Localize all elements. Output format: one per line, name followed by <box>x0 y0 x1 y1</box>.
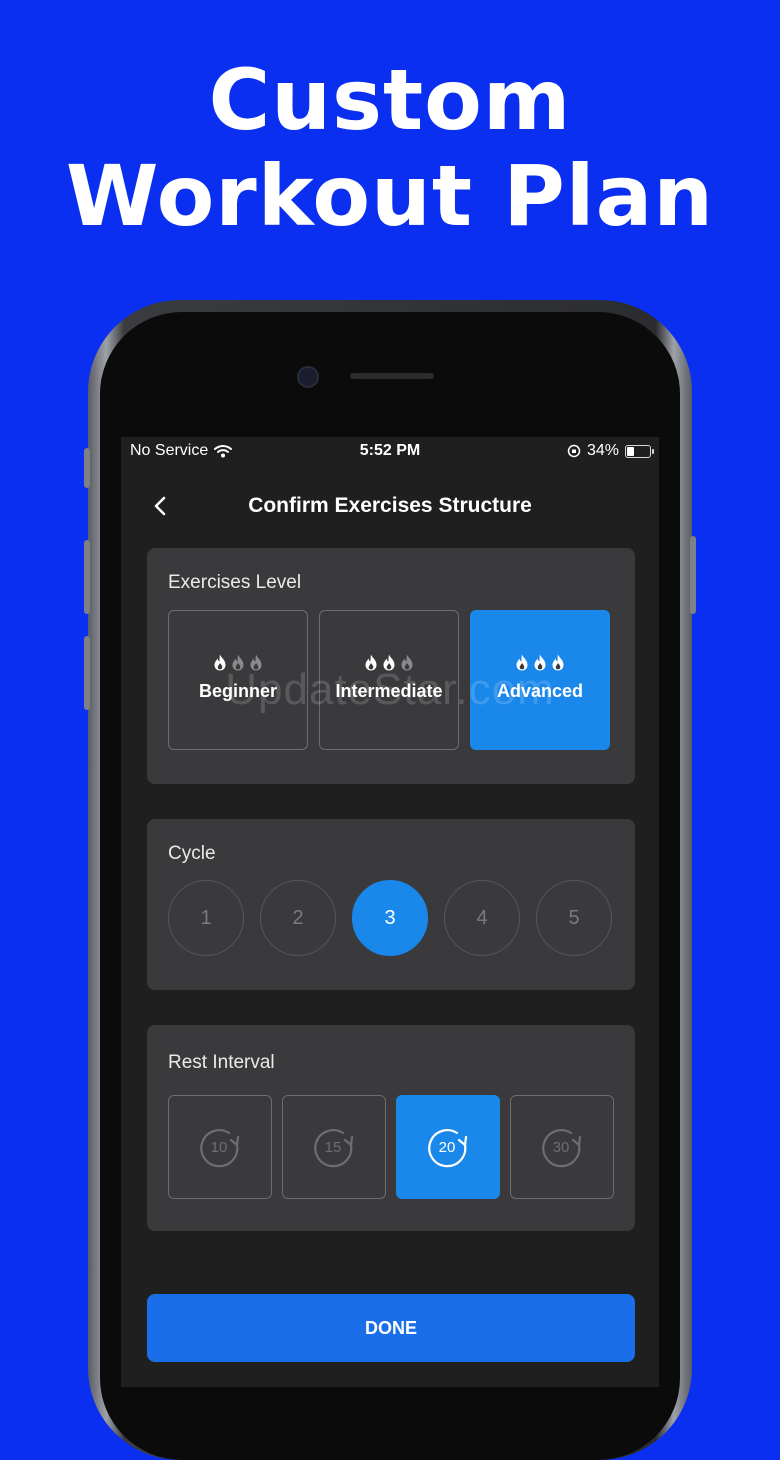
flame-icon <box>365 654 377 671</box>
cycle-option-3[interactable]: 3 <box>352 880 428 956</box>
rest-interval-option-30[interactable]: 30 <box>510 1095 614 1199</box>
rest-interval-value: 15 <box>325 1139 342 1156</box>
flame-icon <box>552 654 564 671</box>
level-option-label: Advanced <box>496 681 584 701</box>
level-option-label: Intermediate <box>335 681 443 701</box>
rest-interval-option-15[interactable]: 15 <box>282 1095 386 1199</box>
level-option-label: Beginner <box>198 681 277 701</box>
flame-rating <box>515 654 565 671</box>
status-bar: No Service 5:52 PM 34% <box>121 437 659 467</box>
rest-interval-option-20[interactable]: 20 <box>396 1095 500 1199</box>
flame-rating <box>213 654 263 671</box>
flame-icon <box>534 654 546 671</box>
timer-restart-icon: 15 <box>314 1129 354 1168</box>
rest-interval-card: Rest Interval 10 15 20 30 <box>147 1025 635 1231</box>
front-camera <box>297 366 319 388</box>
timer-restart-icon: 30 <box>542 1129 582 1168</box>
phone-power-button <box>690 536 696 614</box>
flame-icon <box>250 654 262 671</box>
phone-volume-up <box>84 540 90 614</box>
headline: Custom Workout Plan <box>0 52 780 244</box>
cycle-label: Cycle <box>168 843 216 864</box>
exercises-level-card: Exercises Level Beginner Intermediate Adva… <box>147 548 635 784</box>
done-button[interactable]: DONE <box>147 1294 635 1362</box>
rest-interval-label: Rest Interval <box>168 1052 275 1073</box>
flame-icon <box>516 654 528 671</box>
rest-interval-option-10[interactable]: 10 <box>168 1095 272 1199</box>
battery-percent: 34% <box>586 442 619 459</box>
timer-restart-icon: 10 <box>200 1129 240 1168</box>
cycle-option-5[interactable]: 5 <box>536 880 612 956</box>
rest-interval-value: 20 <box>439 1139 456 1156</box>
headline-line-1: Custom <box>208 51 572 149</box>
flame-icon <box>214 654 226 671</box>
phone-mute-switch <box>84 448 90 488</box>
level-option-intermediate[interactable]: Intermediate <box>319 610 459 750</box>
earpiece-speaker <box>350 373 434 379</box>
flame-icon <box>383 654 395 671</box>
headline-line-2: Workout Plan <box>65 147 715 245</box>
flame-rating <box>364 654 414 671</box>
cycle-option-2[interactable]: 2 <box>260 880 336 956</box>
orientation-lock-icon <box>567 444 581 458</box>
nav-bar: Confirm Exercises Structure <box>121 485 659 529</box>
rest-interval-value: 30 <box>553 1139 570 1156</box>
cycle-option-4[interactable]: 4 <box>444 880 520 956</box>
level-option-beginner[interactable]: Beginner <box>168 610 308 750</box>
battery-icon <box>625 444 654 458</box>
flame-icon <box>401 654 413 671</box>
phone-volume-down <box>84 636 90 710</box>
level-option-advanced[interactable]: Advanced <box>470 610 610 750</box>
rest-interval-value: 10 <box>211 1139 228 1156</box>
flame-icon <box>232 654 244 671</box>
timer-restart-icon: 20 <box>428 1129 468 1168</box>
cycle-option-1[interactable]: 1 <box>168 880 244 956</box>
exercises-level-label: Exercises Level <box>168 572 302 593</box>
cycle-card: Cycle 12345 <box>147 819 635 990</box>
page-title: Confirm Exercises Structure <box>248 494 532 517</box>
app-screen: No Service 5:52 PM 34% Confirm Exercises… <box>121 437 659 1387</box>
